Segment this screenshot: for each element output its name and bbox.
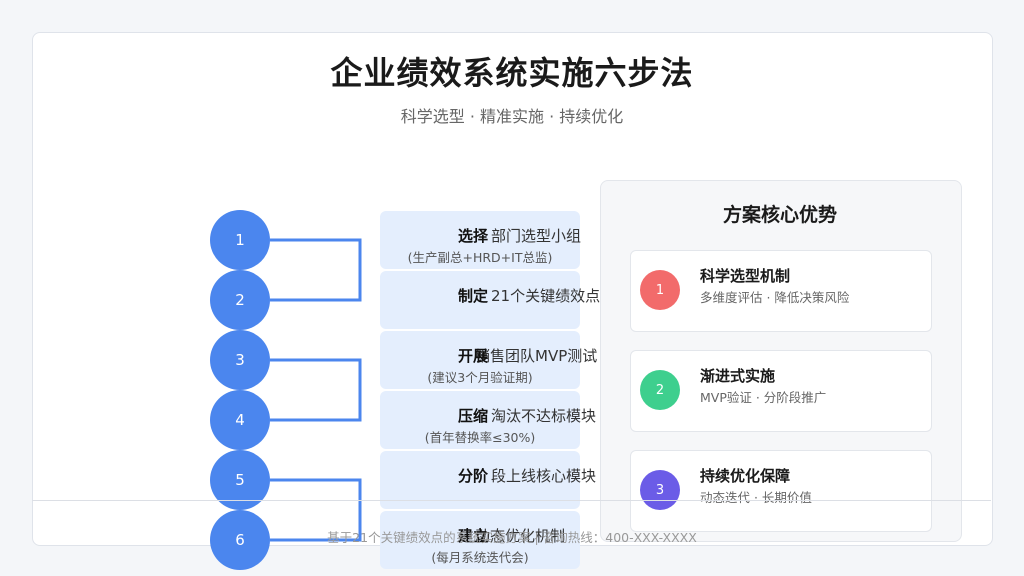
advantages-title: 方案核心优势 [722,204,837,226]
connector-3-4 [270,358,362,422]
step-3-note: (建议3个月验证期) [427,370,533,385]
step-5-desc: 段上线核心模块 [491,467,597,485]
step-3-keyword: 开展 [458,347,489,365]
advantage-title-1: 科学选型机制 [700,267,791,285]
advantage-desc-2: MVP验证 · 分阶段推广 [700,390,827,405]
advantage-number-1: 1 [640,270,680,310]
step-3-desc: 销售团队MVP测试 [475,347,598,365]
advantage-desc-1: 多维度评估 · 降低决策风险 [700,290,850,305]
advantage-number-2: 2 [640,370,680,410]
step-1-note: (生产副总+HRD+IT总监) [407,250,553,265]
step-number-2: 2 [210,270,270,330]
step-5-keyword: 分阶 [458,467,489,485]
step-number-3: 3 [210,330,270,390]
step-4-note: (首年替换率≤30%) [424,430,536,445]
step-number-1: 1 [210,210,270,270]
step-2-desc: 21个关键绩效点 [491,287,601,305]
step-2-keyword: 制定 [458,287,489,305]
connector-1-2 [270,238,362,302]
step-1-desc: 部门选型小组 [491,227,582,245]
advantage-desc-3: 动态迭代 · 长期价值 [700,490,812,505]
footer-text: 基于21个关键绩效点的系统实施方案 | 咨询热线：400-XXX-XXXX [327,530,697,545]
step-6-note: (每月系统迭代会) [431,550,529,565]
advantage-number-3: 3 [640,470,680,510]
footer-divider [32,500,991,501]
step-number-4: 4 [210,390,270,450]
advantage-title-3: 持续优化保障 [700,467,791,485]
step-4-keyword: 压缩 [458,407,489,425]
step-number-5: 5 [210,450,270,510]
advantage-title-2: 渐进式实施 [700,367,776,385]
step-4-desc: 淘汰不达标模块 [491,407,597,425]
step-1-keyword: 选择 [458,227,489,245]
